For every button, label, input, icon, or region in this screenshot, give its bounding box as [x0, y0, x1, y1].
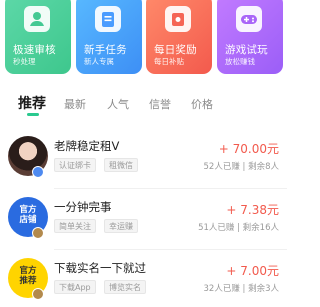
tab-price[interactable]: 价格 — [191, 96, 213, 112]
feature-card-subtitle: 新人专属 — [84, 57, 114, 66]
tab-latest[interactable]: 最新 — [64, 96, 86, 112]
feature-card-subtitle: 秒处理 — [13, 57, 36, 66]
task-title: 老牌稳定租V — [54, 139, 120, 153]
feature-card-fast-review[interactable]: 极速审核 秒处理 — [5, 0, 71, 74]
task-title: 一分钟完事 — [54, 200, 112, 214]
task-stats: 51人已赚 | 剩余16人 — [198, 223, 279, 233]
task-tag: 下载App — [54, 280, 96, 294]
task-reward: + 7.38元 — [226, 203, 279, 217]
feature-card-subtitle: 每日补贴 — [154, 57, 184, 66]
task-title: 下载实名一下就过 — [54, 261, 146, 275]
user-check-icon — [24, 6, 50, 32]
tab-reputation[interactable]: 信誉 — [149, 96, 171, 112]
gift-bag-icon — [165, 6, 191, 32]
feature-card-title: 每日奖励 — [154, 44, 197, 56]
medal-badge-icon — [32, 227, 44, 239]
gamepad-icon — [236, 6, 262, 32]
feature-card-title: 游戏试玩 — [225, 44, 268, 56]
tab-active-indicator — [27, 113, 39, 116]
task-tag: 简单关注 — [54, 219, 96, 233]
tab-popularity[interactable]: 人气 — [107, 96, 129, 112]
task-list-item[interactable]: 官方 推荐 下载实名一下就过 下载App 博览实名 + 7.00元 32人已赚 |… — [0, 254, 287, 307]
task-stats: 52人已赚 | 剩余8人 — [203, 162, 280, 172]
feature-card-game-trial[interactable]: 游戏试玩 放松赚钱 — [217, 0, 283, 74]
task-tag: 租微信 — [104, 158, 138, 172]
task-tag: 认证绑卡 — [54, 158, 96, 172]
medal-badge-icon — [32, 288, 44, 300]
divider — [54, 188, 287, 189]
feature-cards: 极速审核 秒处理 新手任务 新人专属 每日奖励 每日补贴 游戏试玩 放松赚钱 — [0, 0, 287, 74]
tab-recommended[interactable]: 推荐 — [18, 93, 46, 113]
task-list-item[interactable]: 官方 店铺 一分钟完事 简单关注 幸运赚 + 7.38元 51人已赚 | 剩余16… — [0, 193, 287, 253]
sort-tabs: 推荐 最新 人气 信誉 价格 — [0, 92, 287, 122]
feature-card-title: 新手任务 — [84, 44, 127, 56]
document-icon — [95, 6, 121, 32]
feature-card-newbie-task[interactable]: 新手任务 新人专属 — [76, 0, 142, 74]
verified-badge-icon — [32, 166, 44, 178]
task-stats: 32人已赚 | 剩余3人 — [203, 284, 280, 294]
feature-card-daily-reward[interactable]: 每日奖励 每日补贴 — [146, 0, 212, 74]
task-reward: + 70.00元 — [218, 142, 279, 156]
divider — [54, 249, 287, 250]
task-tag: 博览实名 — [104, 280, 146, 294]
feature-card-subtitle: 放松赚钱 — [225, 57, 255, 66]
task-list-item[interactable]: 老牌稳定租V 认证绑卡 租微信 + 70.00元 52人已赚 | 剩余8人 — [0, 132, 287, 192]
task-reward: + 7.00元 — [226, 264, 279, 278]
task-tag: 幸运赚 — [104, 219, 138, 233]
feature-card-title: 极速审核 — [13, 44, 56, 56]
